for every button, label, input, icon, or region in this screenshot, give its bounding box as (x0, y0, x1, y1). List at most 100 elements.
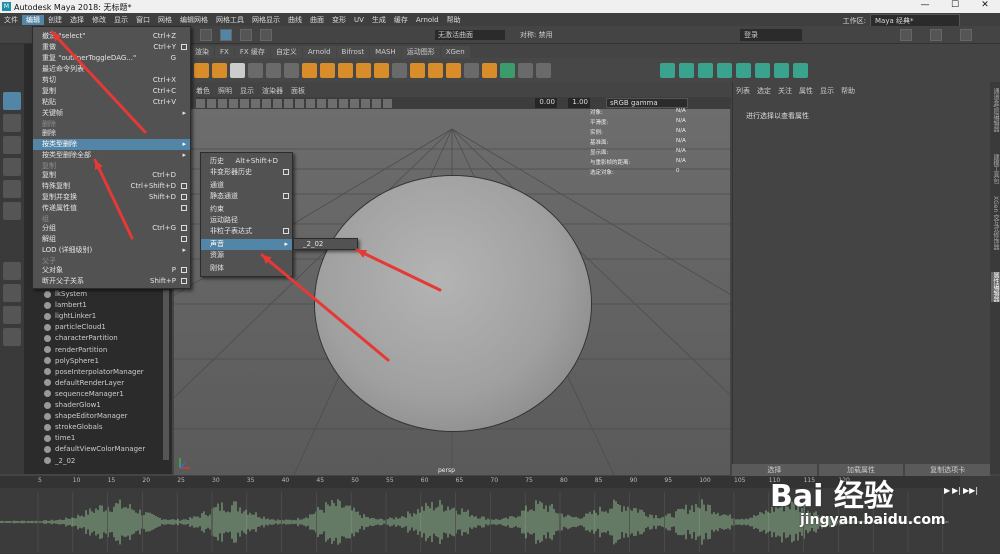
menubar-item[interactable]: 网格工具 (212, 15, 248, 25)
outliner-item[interactable]: lkSystem (44, 290, 87, 301)
submenu-item[interactable]: 非变形器历史 (201, 167, 292, 178)
menu-item[interactable]: 删除 (33, 128, 190, 139)
outliner-scrollbar[interactable] (163, 290, 169, 460)
paint-tool-icon[interactable] (3, 136, 21, 154)
menu-item[interactable]: 传递属性值 (33, 203, 190, 214)
attribute-menu-item[interactable]: 属性 (799, 86, 813, 96)
shelf-tab[interactable]: 自定义 (270, 46, 302, 58)
submenu-item[interactable]: 非粒子表达式 (201, 226, 292, 237)
menubar-item[interactable]: UV (350, 16, 368, 24)
smooth-shade-icon[interactable] (317, 98, 326, 108)
shelf-tab[interactable]: 运动图形 (401, 46, 440, 58)
menu-item[interactable]: 复制 Ctrl+C (33, 86, 190, 97)
gamma-field[interactable]: 1.00 (568, 98, 590, 108)
arnold-render-icon[interactable] (284, 62, 299, 78)
outliner-item[interactable]: characterPartition (44, 334, 118, 345)
shelf-tool-2-icon[interactable] (679, 62, 694, 78)
menubar-item[interactable]: 网格显示 (248, 15, 284, 25)
menu-item[interactable]: 解组 (33, 234, 190, 245)
shelf-tool-5-icon[interactable] (736, 62, 751, 78)
menu-item[interactable]: 复制 Ctrl+D (33, 170, 190, 181)
minimize-icon[interactable]: — (910, 0, 940, 13)
lighting-icon[interactable] (339, 98, 348, 108)
outliner-item[interactable]: renderPartition (44, 346, 107, 357)
menubar-item[interactable]: 创建 (44, 15, 66, 25)
shelf-tab[interactable]: FX 缓存 (234, 46, 270, 58)
step-forward-icon[interactable]: ▶| (952, 486, 961, 495)
submenu-item[interactable]: 历史 Alt+Shift+D (201, 156, 292, 167)
outliner-item[interactable]: poseInterpolatorManager (44, 368, 144, 379)
exposure-field[interactable]: 0.00 (535, 98, 557, 108)
menubar-item[interactable]: 修改 (88, 15, 110, 25)
attribute-menu-item[interactable]: 关注 (778, 86, 792, 96)
snap-curve-icon[interactable] (260, 29, 272, 41)
spline-icon[interactable] (482, 62, 497, 78)
outliner-item[interactable]: shaderGlow1 (44, 401, 101, 412)
side-tab[interactable]: 建模工具包 (991, 154, 1000, 184)
deformer-icon[interactable] (320, 62, 335, 78)
menubar-item[interactable]: 编辑网格 (176, 15, 212, 25)
film-gate-icon[interactable] (251, 98, 260, 108)
symmetry-field[interactable]: 对称: 禁用 (520, 30, 553, 40)
viewport-menu-item[interactable]: 面板 (291, 86, 305, 97)
menu-item[interactable]: 重复 "outlinerToggleDAG..." G (33, 53, 190, 64)
menu-item[interactable]: 关键帧 ▸ (33, 108, 190, 119)
shelf-tool-8-icon[interactable] (793, 62, 808, 78)
outliner-item[interactable]: defaultRenderLayer (44, 379, 124, 390)
option-box-icon[interactable] (283, 193, 289, 199)
outliner-item[interactable]: strokeGlobals (44, 423, 103, 434)
attribute-menu-item[interactable]: 选定 (757, 86, 771, 96)
outliner-item[interactable]: lambert1 (44, 301, 87, 312)
menubar-item[interactable]: 帮助 (443, 15, 465, 25)
lasso-tool-icon[interactable] (3, 114, 21, 132)
outliner-item[interactable]: time1 (44, 434, 75, 445)
menu-item[interactable]: 剪切 Ctrl+X (33, 75, 190, 86)
shelf-tab[interactable]: MASH (370, 46, 401, 58)
close-icon[interactable]: ✕ (970, 0, 1000, 13)
menu-item[interactable]: LOD (详细级别) ▸ (33, 245, 190, 256)
move-tool-icon[interactable] (3, 158, 21, 176)
menu-item[interactable]: 按类型删除 ▸ (33, 139, 190, 150)
outliner-item[interactable]: defaultViewColorManager (44, 445, 145, 456)
option-box-icon[interactable] (181, 225, 187, 231)
color-space-dropdown[interactable]: sRGB gamma (606, 98, 688, 108)
shelf-tool-6-icon[interactable] (755, 62, 770, 78)
menubar-item[interactable]: 编辑 (22, 14, 44, 25)
viewport-menu-item[interactable]: 显示 (240, 86, 254, 97)
sound-item[interactable]: _2_02 (294, 239, 357, 250)
menu-item[interactable]: 重做 Ctrl+Y (33, 42, 190, 53)
select-mode-icon[interactable] (220, 29, 232, 41)
viewport-menu-item[interactable]: 着色 (196, 86, 210, 97)
login-button[interactable]: 登录 (740, 29, 802, 41)
menu-item[interactable]: 复制并变换 Shift+D (33, 192, 190, 203)
camera-lock-icon[interactable] (207, 98, 216, 108)
gate-mask-icon[interactable] (273, 98, 282, 108)
viewport-menu-item[interactable]: 照明 (218, 86, 232, 97)
text-icon[interactable] (212, 62, 227, 78)
grid-toggle-icon[interactable] (240, 98, 249, 108)
shelf-tab[interactable]: XGen (440, 46, 470, 58)
outliner-item[interactable]: _2_02 (44, 457, 75, 468)
poly-sphere[interactable] (315, 176, 591, 431)
shelf-tab[interactable]: FX (215, 46, 234, 58)
cluster-icon[interactable] (302, 62, 317, 78)
outliner-item[interactable]: lightLinker1 (44, 312, 96, 323)
menubar-item[interactable]: 显示 (110, 15, 132, 25)
option-box-icon[interactable] (181, 183, 187, 189)
textured-icon[interactable] (328, 98, 337, 108)
safe-action-icon[interactable] (295, 98, 304, 108)
submenu-item[interactable]: 运动路径 (201, 215, 292, 226)
sparkle-icon[interactable] (194, 62, 209, 78)
lattice-icon[interactable] (338, 62, 353, 78)
menubar-item[interactable]: 网格 (154, 15, 176, 25)
menubar-item[interactable]: 文件 (0, 15, 22, 25)
wireframe-icon[interactable] (306, 98, 315, 108)
shelf-tab[interactable]: Arnold (302, 46, 336, 58)
outliner-item[interactable]: polySphere1 (44, 357, 99, 368)
image-plane-icon[interactable] (229, 98, 238, 108)
render-icon[interactable] (900, 29, 912, 41)
menu-item[interactable]: 最近命令列表 (33, 64, 190, 75)
grid-icon[interactable] (392, 62, 407, 78)
option-box-icon[interactable] (181, 44, 187, 50)
maximize-icon[interactable]: ☐ (940, 0, 970, 13)
